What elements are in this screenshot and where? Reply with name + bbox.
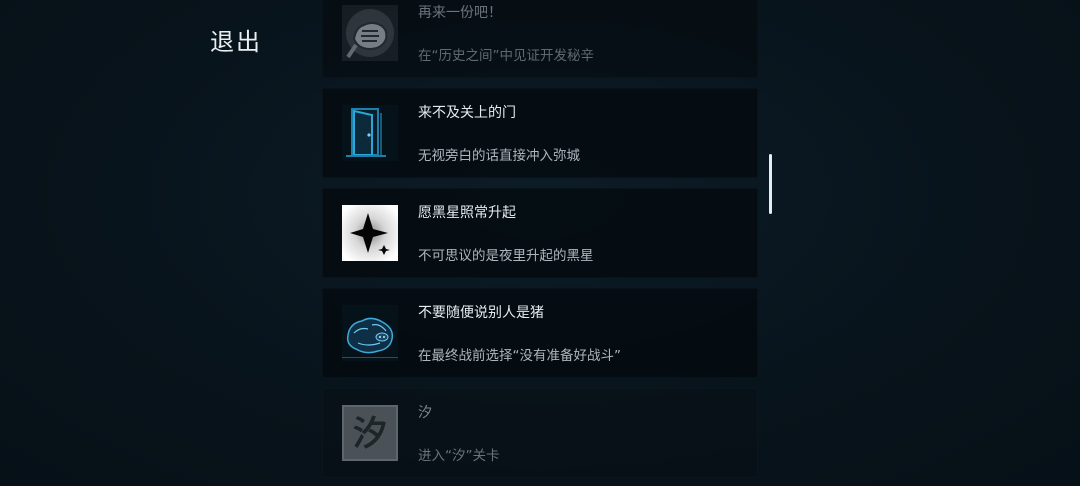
achievement-title: 愿黑星照常升起 [418,205,516,221]
achievement-card[interactable]: 愿黑星照常升起 不可思议的是夜里升起的黑星 [322,188,758,278]
achievement-description: 在“历史之间”中见证开发秘辛 [418,48,594,64]
achievement-list[interactable]: 再来一份吧！ 在“历史之间”中见证开发秘辛 来不及关上的门 无视旁白的话直接冲入… [322,0,758,486]
achievements-screen: 退出 再来一份吧！ 在“历史之间”中见证开发秘辛 来不及关上的门 无视旁白的话直… [0,0,1080,486]
achievement-card[interactable]: 汐 汐 进入“汐”关卡 [322,388,758,478]
achievement-description: 在最终战前选择“没有准备好战斗” [418,348,621,364]
pig-icon [342,305,398,361]
achievement-card[interactable]: 来不及关上的门 无视旁白的话直接冲入弥城 [322,88,758,178]
achievement-title: 再来一份吧！ [418,5,502,21]
svg-text:汐: 汐 [353,414,387,454]
achievement-description: 不可思议的是夜里升起的黑星 [418,248,594,264]
black-star-icon [342,205,398,261]
achievement-card[interactable]: 再来一份吧！ 在“历史之间”中见证开发秘辛 [322,0,758,78]
exit-button[interactable]: 退出 [210,22,262,57]
door-icon [342,105,398,161]
achievement-card[interactable]: 不要随便说别人是猪 在最终战前选择“没有准备好战斗” [322,288,758,378]
achievement-description: 进入“汐”关卡 [418,448,500,464]
xi-character-icon: 汐 [342,405,398,461]
achievement-title: 汐 [418,405,432,421]
achievement-title: 不要随便说别人是猪 [418,305,544,321]
fist-icon [342,5,398,61]
achievement-description: 无视旁白的话直接冲入弥城 [418,148,580,164]
achievement-title: 来不及关上的门 [418,105,516,121]
scrollbar-thumb[interactable] [769,154,772,214]
